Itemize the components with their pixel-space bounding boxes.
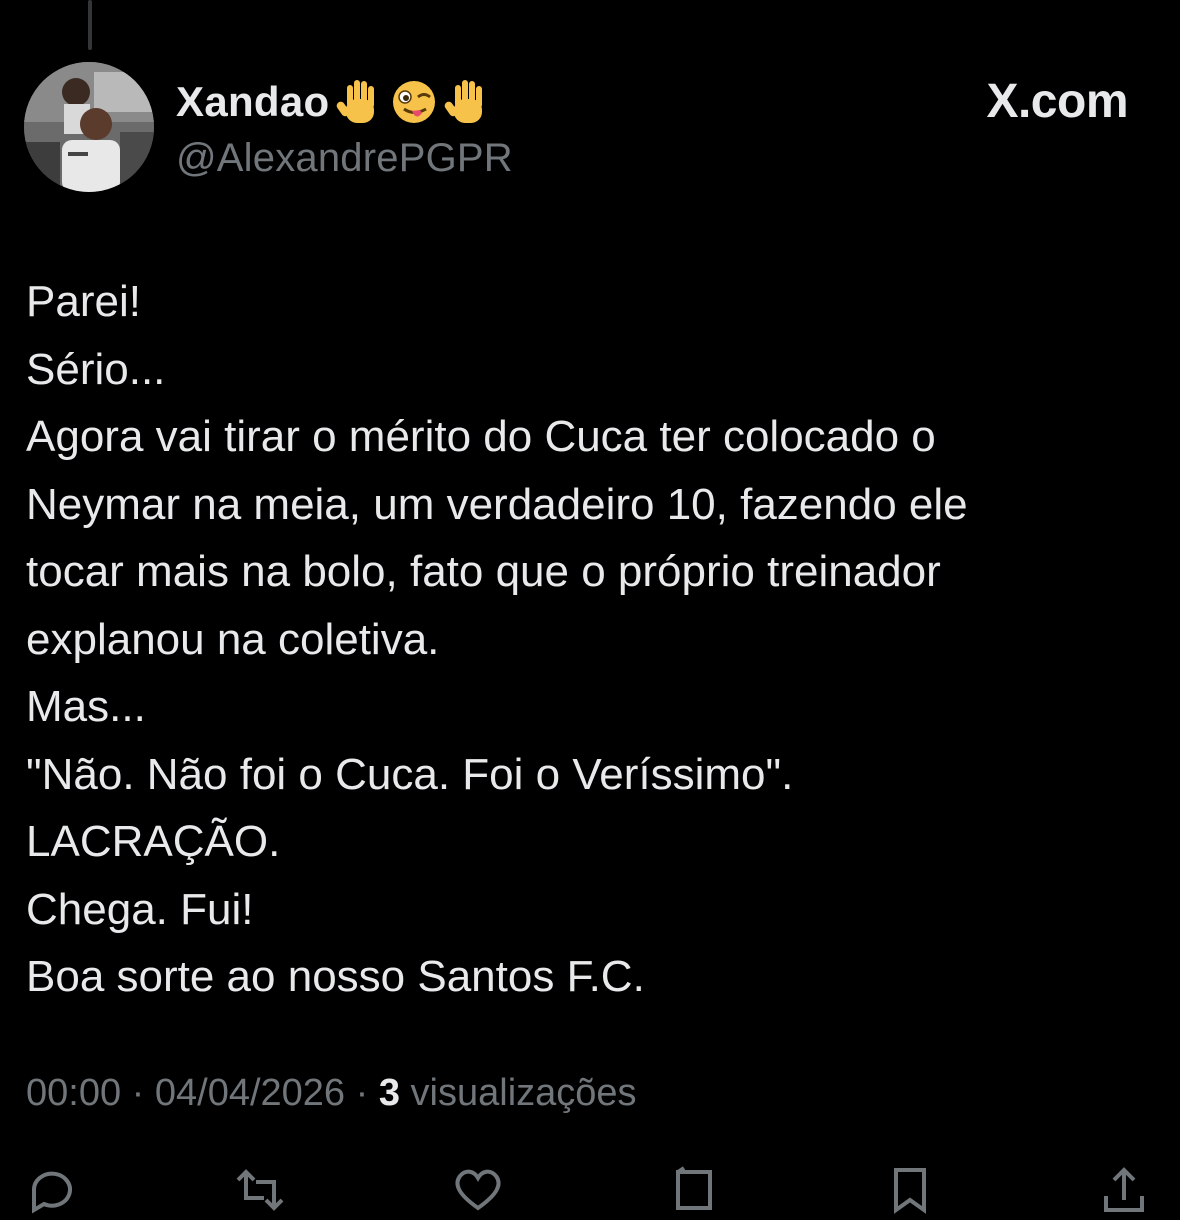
tweet-line: Boa sorte ao nosso Santos F.C. xyxy=(26,952,645,1001)
tweet-line: Sério... xyxy=(26,344,166,394)
display-name[interactable]: Xandao xyxy=(176,78,330,126)
share-icon[interactable] xyxy=(1094,1160,1154,1220)
tweet-line: tocar mais na bolo, fato que o próprio t… xyxy=(26,547,941,596)
views-count: 3 xyxy=(378,1072,400,1114)
tweet-line: Neymar na meia, um verdadeiro 10, fazend… xyxy=(26,479,968,529)
user-handle[interactable]: @AlexandrePGPR xyxy=(176,136,513,181)
avatar-photo xyxy=(24,62,154,192)
tweet-metadata: 00:00 · 04/04/2026 · 3 visualizações xyxy=(26,1072,637,1115)
tweet-line: "Não. Não foi o Cuca. Foi o Veríssimo". xyxy=(26,749,794,799)
tweet-date[interactable]: 04/04/2026 xyxy=(155,1072,345,1114)
thread-connector-line xyxy=(88,0,92,50)
tweet-time[interactable]: 00:00 xyxy=(26,1072,121,1114)
retweet-icon[interactable] xyxy=(230,1160,290,1220)
tweet-line: Chega. Fui! xyxy=(26,884,254,934)
raised-hand-emoji xyxy=(444,77,492,127)
tweet-author[interactable]: Xandao @AlexandrePGPR xyxy=(176,74,513,181)
winking-face-with-tongue-emoji xyxy=(390,77,438,127)
raised-hand-emoji xyxy=(336,77,384,127)
tweet-line: explanou na coletiva. xyxy=(26,614,440,664)
views-icon[interactable] xyxy=(664,1160,724,1220)
meta-separator: · xyxy=(355,1072,369,1114)
x-com-logo: X.com xyxy=(986,75,1128,128)
tweet-line: Mas... xyxy=(26,682,146,731)
bookmark-icon[interactable] xyxy=(880,1160,940,1220)
action-bar xyxy=(0,1160,1180,1214)
views-label: visualizações xyxy=(410,1072,637,1114)
tweet-line: LACRAÇÃO. xyxy=(26,817,281,866)
meta-separator: · xyxy=(131,1072,145,1114)
like-icon[interactable] xyxy=(448,1160,508,1220)
name-row: Xandao xyxy=(176,74,513,130)
tweet-line: Parei! xyxy=(26,277,141,326)
tweet-text: Parei! Sério... Agora vai tirar o mérito… xyxy=(26,268,1146,1011)
reply-icon[interactable] xyxy=(22,1160,82,1220)
tweet-line: Agora vai tirar o mérito do Cuca ter col… xyxy=(26,412,936,461)
avatar[interactable] xyxy=(24,62,154,192)
